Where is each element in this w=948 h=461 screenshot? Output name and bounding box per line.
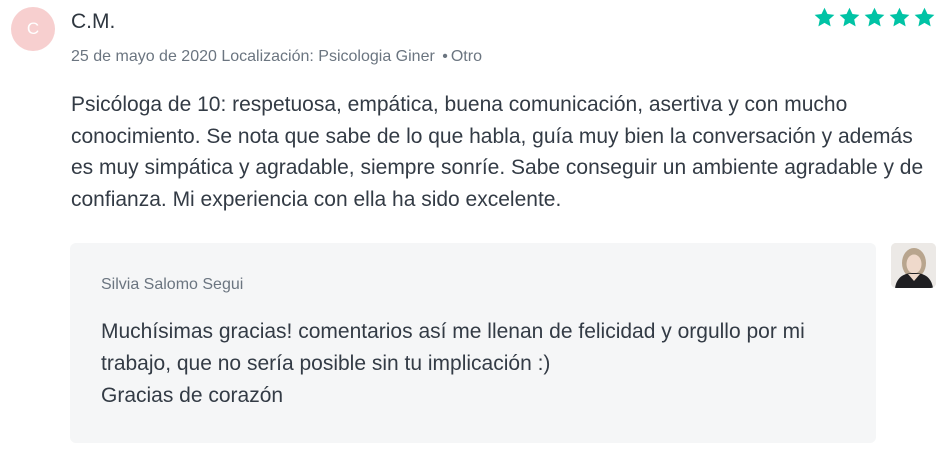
reply-line: Gracias de corazón	[101, 384, 284, 407]
reviewer-name: C.M.	[71, 10, 116, 33]
replier-avatar	[891, 243, 936, 288]
star-icon	[864, 7, 885, 27]
review-location: Localización: Psicologia Giner	[221, 48, 435, 65]
review-category: Otro	[450, 48, 482, 65]
profile-photo-icon	[891, 243, 936, 288]
meta-separator: •	[442, 48, 448, 65]
reply-line: Muchísimas gracias! comentarios así me l…	[101, 320, 805, 375]
star-icon	[839, 7, 860, 27]
reply-author: Silvia Salomo Segui	[101, 276, 244, 293]
reviewer-initial: C	[26, 19, 40, 38]
review-meta: 25 de mayo de 2020 Localización: Psicolo…	[71, 48, 482, 66]
star-icon	[914, 7, 935, 27]
star-icon	[889, 7, 910, 27]
star-icon	[814, 7, 835, 27]
review-date: 25 de mayo de 2020	[71, 48, 217, 65]
reviewer-avatar: C	[11, 7, 55, 51]
rating-stars	[813, 6, 936, 29]
review-text: Psicóloga de 10: respetuosa, empática, b…	[71, 93, 924, 211]
doctor-reply: Silvia Salomo Segui Muchísimas gracias! …	[70, 243, 876, 443]
reply-text: Muchísimas gracias! comentarios así me l…	[101, 316, 861, 412]
